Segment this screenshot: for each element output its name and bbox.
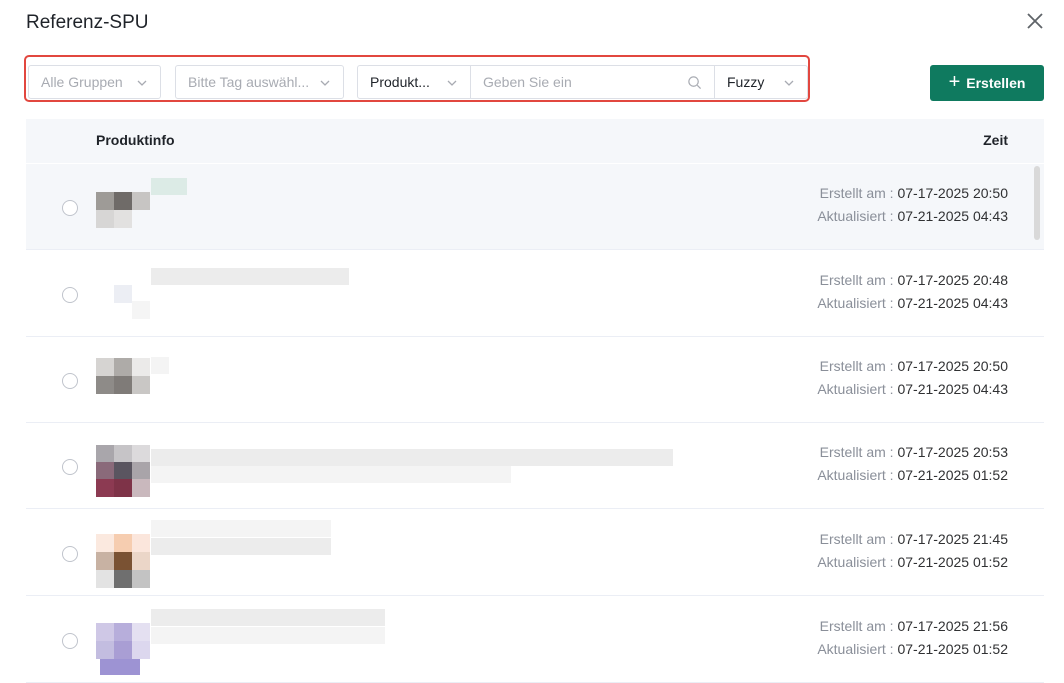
table-row[interactable]: Erstellt am : 07-17-2025 20:48 Aktualisi… [26,251,1044,337]
created-value: 07-17-2025 20:50 [897,358,1008,374]
dialog-title: Referenz-SPU [26,12,149,33]
created-label: Erstellt am : [819,272,894,288]
table-row[interactable]: Erstellt am : 07-17-2025 20:50 Aktualisi… [26,164,1044,250]
create-button[interactable]: + Erstellen [930,65,1044,101]
time-info: Erstellt am : 07-17-2025 20:53 Aktualisi… [817,441,1008,487]
table-row[interactable]: Erstellt am : 07-17-2025 20:50 Aktualisi… [26,337,1044,423]
created-value: 07-17-2025 20:50 [897,185,1008,201]
chevron-down-icon [137,80,147,86]
product-thumbnail [96,265,150,319]
created-value: 07-17-2025 20:48 [897,272,1008,288]
updated-label: Aktualisiert : [817,467,894,483]
created-value: 07-17-2025 20:53 [897,444,1008,460]
chevron-down-icon [320,80,330,86]
create-button-label: Erstellen [966,75,1026,91]
updated-value: 07-21-2025 01:52 [897,467,1008,483]
table-row[interactable]: Erstellt am : 07-17-2025 21:45 Aktualisi… [26,510,1044,596]
product-thumbnail [96,524,150,588]
row-radio[interactable] [62,373,78,389]
time-info: Erstellt am : 07-17-2025 20:50 Aktualisi… [817,182,1008,228]
table-row[interactable]: Erstellt am : 07-17-2025 20:53 Aktualisi… [26,423,1044,509]
updated-value: 07-21-2025 04:43 [897,381,1008,397]
updated-value: 07-21-2025 01:52 [897,554,1008,570]
tag-select[interactable]: Bitte Tag auswähl... [175,65,344,99]
match-select[interactable]: Fuzzy [714,65,808,99]
field-select[interactable]: Produkt... [357,65,471,99]
created-label: Erstellt am : [819,531,894,547]
chevron-down-icon [784,80,794,86]
created-value: 07-17-2025 21:56 [897,618,1008,634]
updated-value: 07-21-2025 01:52 [897,641,1008,657]
updated-value: 07-21-2025 04:43 [897,295,1008,311]
header-produktinfo: Produktinfo [96,132,175,148]
table-row[interactable]: Erstellt am : 07-17-2025 21:56 Aktualisi… [26,597,1044,683]
created-label: Erstellt am : [819,358,894,374]
product-thumbnail [96,611,150,675]
header-zeit: Zeit [983,132,1008,148]
time-info: Erstellt am : 07-17-2025 21:45 Aktualisi… [817,528,1008,574]
row-radio[interactable] [62,633,78,649]
field-select-value: Produkt... [370,74,430,90]
updated-value: 07-21-2025 04:43 [897,208,1008,224]
search-input[interactable]: Geben Sie ein [470,65,715,99]
chevron-down-icon [447,80,457,86]
time-info: Erstellt am : 07-17-2025 20:48 Aktualisi… [817,269,1008,315]
product-thumbnail [96,351,150,405]
group-select[interactable]: Alle Gruppen [28,65,161,99]
scrollbar[interactable] [1034,166,1040,240]
match-select-value: Fuzzy [727,74,765,90]
created-label: Erstellt am : [819,185,894,201]
created-label: Erstellt am : [819,618,894,634]
close-icon[interactable] [1024,10,1046,32]
row-radio[interactable] [62,546,78,562]
updated-label: Aktualisiert : [817,554,894,570]
time-info: Erstellt am : 07-17-2025 21:56 Aktualisi… [817,615,1008,661]
tag-select-value: Bitte Tag auswähl... [188,74,310,90]
group-select-value: Alle Gruppen [41,74,123,90]
plus-icon: + [948,71,961,93]
search-placeholder: Geben Sie ein [483,74,572,90]
created-value: 07-17-2025 21:45 [897,531,1008,547]
table-header: Produktinfo Zeit [26,119,1044,163]
updated-label: Aktualisiert : [817,208,894,224]
created-label: Erstellt am : [819,444,894,460]
row-radio[interactable] [62,287,78,303]
product-thumbnail [96,437,150,497]
updated-label: Aktualisiert : [817,295,894,311]
time-info: Erstellt am : 07-17-2025 20:50 Aktualisi… [817,355,1008,401]
product-thumbnail [96,178,150,232]
search-icon[interactable] [687,75,702,90]
row-radio[interactable] [62,200,78,216]
updated-label: Aktualisiert : [817,381,894,397]
row-radio[interactable] [62,459,78,475]
updated-label: Aktualisiert : [817,641,894,657]
